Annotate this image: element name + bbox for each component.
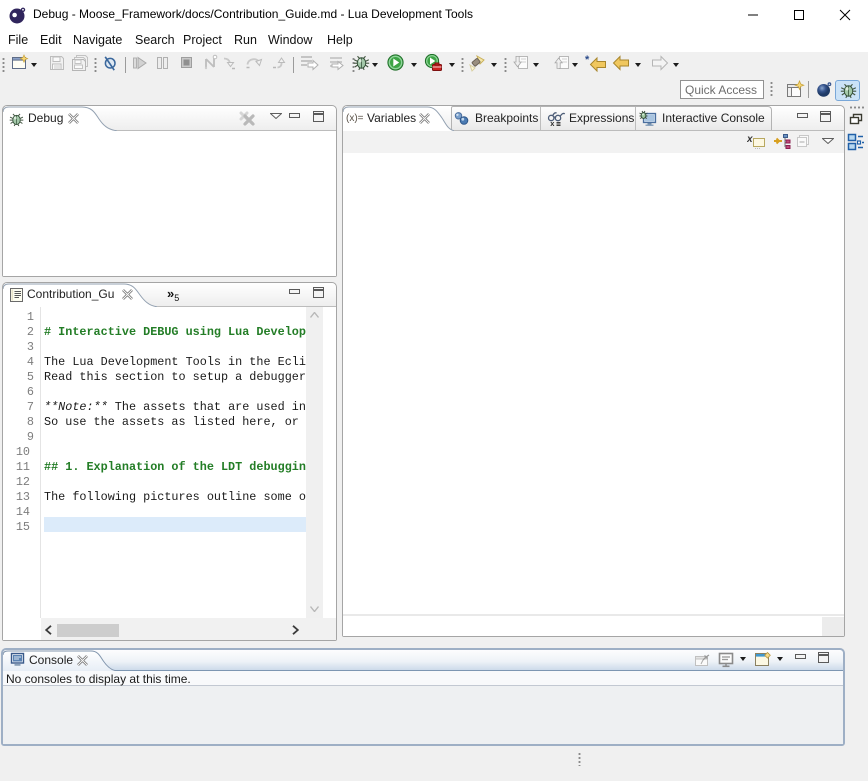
- svg-text:...: ...: [755, 144, 761, 151]
- svg-text:x: x: [550, 119, 555, 127]
- svg-text:*: *: [585, 54, 590, 66]
- svg-text:x: x: [747, 134, 753, 145]
